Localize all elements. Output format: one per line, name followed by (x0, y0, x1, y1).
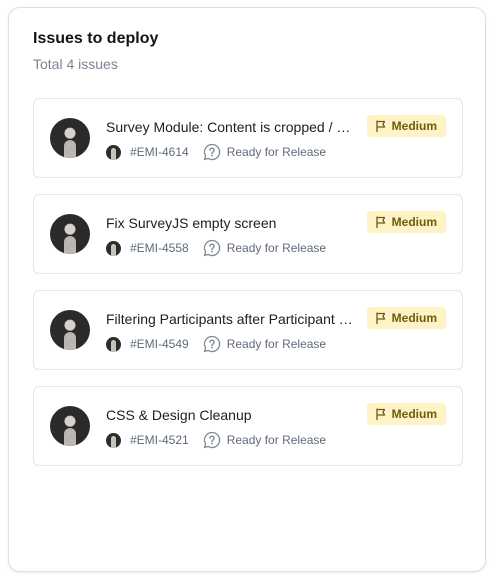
priority-badge: Medium (366, 403, 446, 425)
question-bubble-icon (203, 431, 221, 449)
issue-status: Ready for Release (226, 145, 327, 159)
issue-title[interactable]: CSS & Design Cleanup (106, 407, 356, 423)
issue-key[interactable]: #EMI-4521 (130, 433, 189, 447)
issue-card[interactable]: Fix SurveyJS empty screen #EMI-4558 Read… (33, 194, 463, 274)
reporter-avatar (106, 240, 121, 256)
priority-badge: Medium (366, 211, 446, 233)
flag-icon (375, 312, 387, 324)
priority-badge: Medium (366, 307, 446, 329)
assignee-avatar (50, 118, 90, 158)
issue-status: Ready for Release (226, 241, 327, 255)
issue-title[interactable]: Survey Module: Content is cropped / … (106, 119, 356, 135)
panel-title: Issues to deploy (33, 30, 159, 47)
issue-title[interactable]: Filtering Participants after Participant… (106, 311, 356, 327)
reporter-avatar (106, 144, 121, 160)
issue-status: Ready for Release (226, 433, 327, 447)
issue-key[interactable]: #EMI-4549 (130, 337, 189, 351)
priority-label: Medium (391, 407, 437, 421)
priority-label: Medium (391, 119, 437, 133)
issue-card[interactable]: Filtering Participants after Participant… (33, 290, 463, 370)
issue-card[interactable]: Survey Module: Content is cropped / … #E… (33, 98, 463, 178)
priority-label: Medium (391, 311, 437, 325)
question-bubble-icon (203, 143, 221, 161)
flag-icon (375, 120, 387, 132)
issue-card[interactable]: CSS & Design Cleanup #EMI-4521 Ready for… (33, 386, 463, 466)
reporter-avatar (106, 432, 121, 448)
issue-title[interactable]: Fix SurveyJS empty screen (106, 215, 356, 231)
issue-status: Ready for Release (226, 337, 327, 351)
question-bubble-icon (203, 239, 221, 257)
issue-meta: #EMI-4521 Ready for Release (106, 431, 326, 449)
issue-meta: #EMI-4614 Ready for Release (106, 143, 326, 161)
assignee-avatar (50, 406, 90, 446)
issue-key[interactable]: #EMI-4558 (130, 241, 189, 255)
issue-list: Survey Module: Content is cropped / … #E… (33, 98, 463, 482)
reporter-avatar (106, 336, 121, 352)
assignee-avatar (50, 310, 90, 350)
issue-key[interactable]: #EMI-4614 (130, 145, 189, 159)
issue-meta: #EMI-4558 Ready for Release (106, 239, 326, 257)
flag-icon (375, 408, 387, 420)
issue-meta: #EMI-4549 Ready for Release (106, 335, 326, 353)
issues-panel: Issues to deploy Total 4 issues Survey M… (8, 7, 486, 572)
priority-badge: Medium (366, 115, 446, 137)
assignee-avatar (50, 214, 90, 254)
priority-label: Medium (391, 215, 437, 229)
question-bubble-icon (203, 335, 221, 353)
flag-icon (375, 216, 387, 228)
panel-subtitle: Total 4 issues (33, 56, 118, 72)
